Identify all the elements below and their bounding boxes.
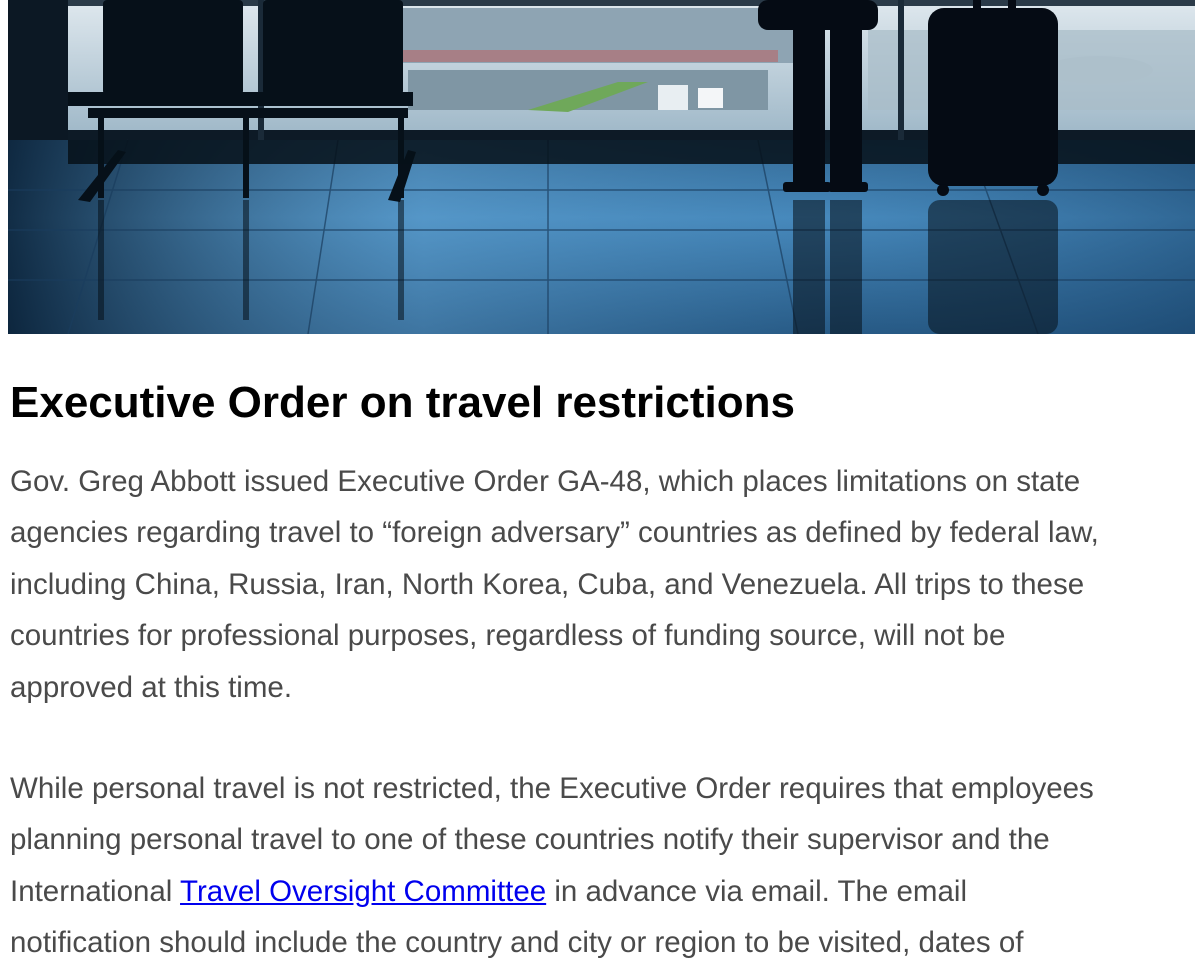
paragraph-line: notification should include the country … (10, 926, 1024, 960)
paragraph-line: While personal travel is not restricted,… (10, 772, 1094, 805)
paragraph-line: including China, Russia, Iran, North Kor… (10, 567, 1085, 601)
link-prefix-text: International (10, 874, 181, 908)
paragraph-line: approved at this time. (10, 670, 293, 704)
travel-oversight-committee-link[interactable]: Travel Oversight Committee (180, 875, 546, 908)
article-paragraph-1: Gov. Greg Abbott issued Executive Order … (10, 456, 1194, 713)
paragraph-line: countries for professional purposes, reg… (10, 619, 1006, 653)
paragraph-line: agencies regarding travel to “foreign ad… (10, 516, 1099, 550)
hero-image (8, 0, 1195, 334)
paragraph-line: International Travel Oversight Committee… (10, 866, 1194, 917)
airport-terminal-photo-icon (8, 0, 1195, 334)
link-suffix-text: in advance via email. The email (546, 874, 968, 908)
paragraph-line: Gov. Greg Abbott issued Executive Order … (10, 465, 1081, 498)
article-paragraph-2: While personal travel is not restricted,… (10, 763, 1194, 969)
paragraph-line: planning personal travel to one of these… (10, 823, 1050, 857)
page-title: Executive Order on travel restrictions (10, 378, 795, 427)
